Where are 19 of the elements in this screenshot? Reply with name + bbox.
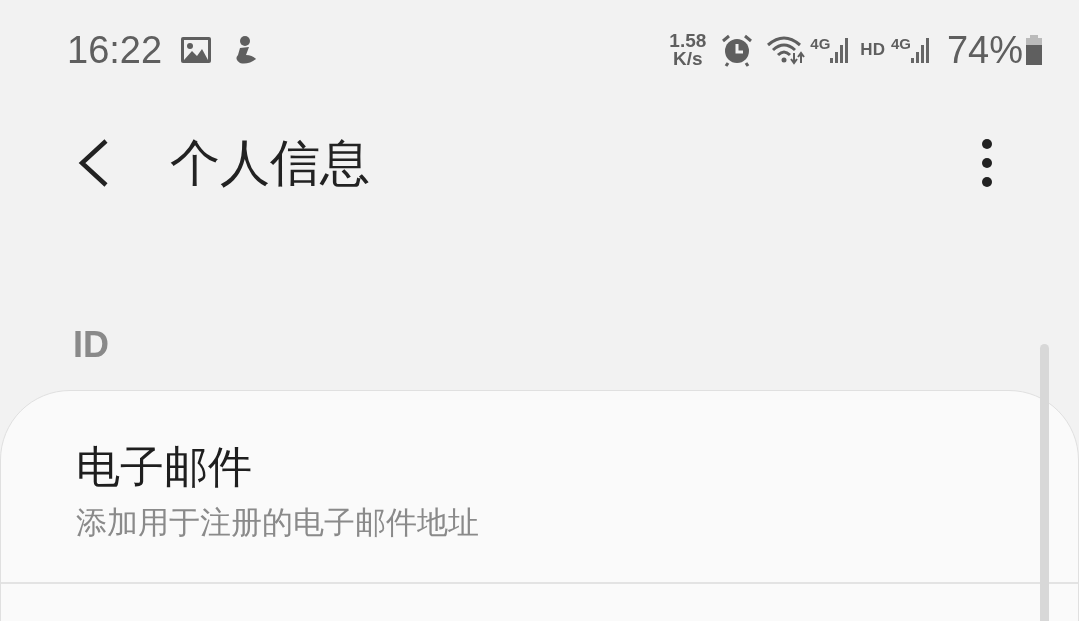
status-time: 16:22 bbox=[67, 31, 163, 69]
signal-icon bbox=[830, 36, 849, 64]
wifi-icon bbox=[766, 35, 807, 65]
back-icon bbox=[76, 138, 110, 188]
page-title: 个人信息 bbox=[170, 138, 370, 188]
network-type: 4G bbox=[810, 36, 831, 51]
image-icon bbox=[180, 36, 213, 64]
network-type: 4G bbox=[890, 36, 911, 51]
section-header: ID bbox=[73, 327, 109, 363]
speed-value: 1.58 bbox=[669, 32, 707, 50]
item-subtitle: 添加用于注册的电子邮件地址 bbox=[76, 507, 480, 538]
battery-icon bbox=[1025, 35, 1043, 65]
more-icon bbox=[981, 138, 993, 188]
hd-label: HD bbox=[860, 39, 885, 62]
item-title: 电子邮件 bbox=[76, 445, 253, 489]
speed-unit: K/s bbox=[673, 50, 703, 68]
signal-icon bbox=[910, 36, 929, 64]
battery-percent: 74% bbox=[946, 31, 1023, 69]
alarm-icon bbox=[720, 33, 755, 67]
